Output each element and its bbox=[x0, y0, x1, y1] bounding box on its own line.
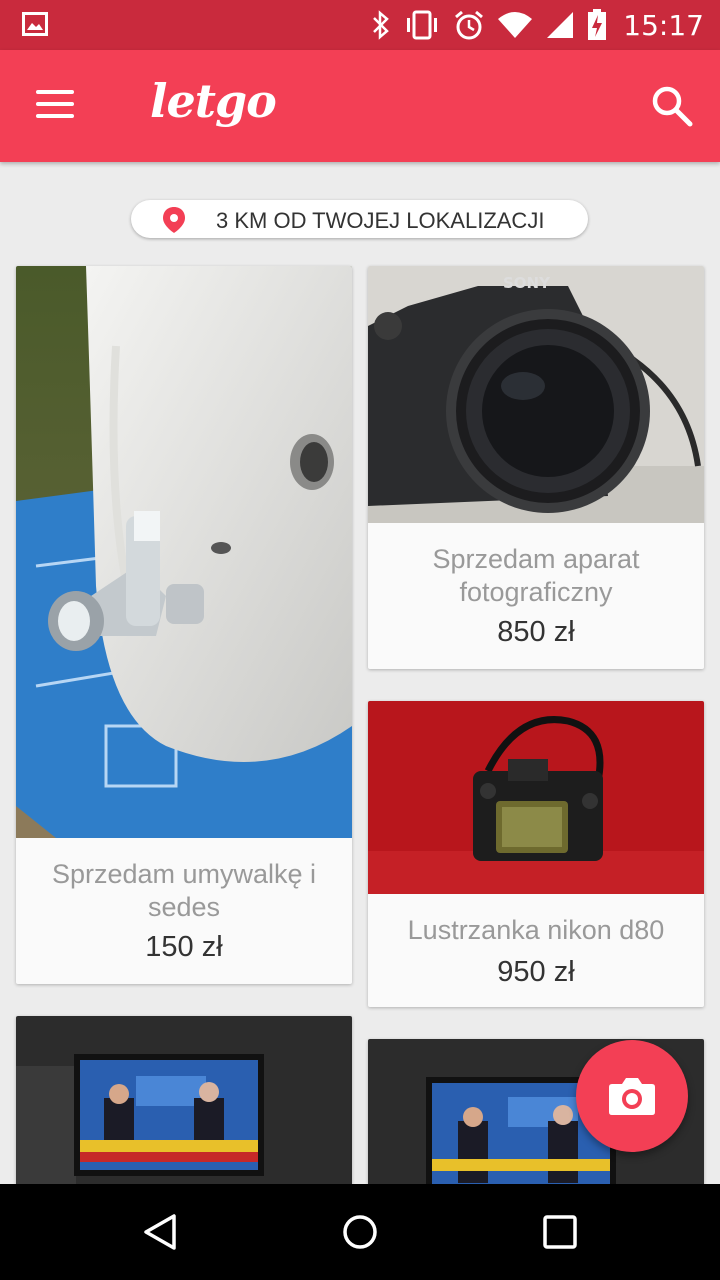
app-bar: letgo bbox=[0, 50, 720, 162]
listing-title: Lustrzanka nikon d80 bbox=[407, 915, 665, 945]
listing-price: 950 zł bbox=[497, 956, 575, 988]
location-filter-button[interactable]: 3 KM OD TWOJEJ LOKALIZACJI bbox=[131, 200, 588, 238]
hamburger-menu-icon[interactable] bbox=[36, 90, 76, 122]
svg-text:SONY: SONY bbox=[503, 274, 551, 292]
app-logo[interactable]: letgo bbox=[150, 74, 277, 128]
location-pin-icon bbox=[163, 207, 185, 233]
alarm-icon bbox=[455, 10, 484, 40]
system-nav-bar bbox=[0, 1184, 720, 1280]
listing-price: 150 zł bbox=[145, 931, 223, 963]
listing-title: Sprzedam umywalkę i sedes bbox=[51, 859, 317, 922]
listing-title: Sprzedam aparat fotograficzny bbox=[432, 544, 640, 607]
listing-photo bbox=[368, 701, 704, 894]
camera-icon bbox=[609, 1078, 655, 1115]
wifi-icon bbox=[498, 12, 533, 38]
battery-charging-icon bbox=[588, 9, 607, 40]
listing-photo bbox=[16, 266, 352, 838]
clock: 15:17 bbox=[623, 8, 704, 42]
vibrate-icon bbox=[407, 10, 438, 40]
listing-card[interactable]: Lustrzanka nikon d80 950 zł bbox=[368, 701, 704, 1007]
search-icon[interactable] bbox=[650, 84, 694, 128]
gallery-icon bbox=[22, 12, 48, 36]
listing-photo bbox=[16, 1016, 352, 1196]
listing-price: 850 zł bbox=[497, 616, 575, 648]
signal-icon bbox=[547, 12, 574, 38]
listing-card[interactable]: SONY Sprzedam aparat fotograficzny 850 z… bbox=[368, 266, 704, 669]
listing-card[interactable]: Sprzedam umywalkę i sedes 150 zł bbox=[16, 266, 352, 984]
home-icon[interactable] bbox=[340, 1212, 380, 1252]
location-filter-label: 3 KM OD TWOJEJ LOKALIZACJI bbox=[216, 208, 545, 233]
listing-photo: SONY bbox=[368, 266, 704, 523]
status-bar: 15:17 bbox=[0, 0, 720, 50]
back-icon[interactable] bbox=[140, 1212, 180, 1252]
recents-icon[interactable] bbox=[540, 1212, 580, 1252]
bluetooth-icon bbox=[373, 10, 390, 40]
listing-card[interactable] bbox=[16, 1016, 352, 1196]
sell-camera-button[interactable] bbox=[576, 1040, 688, 1152]
